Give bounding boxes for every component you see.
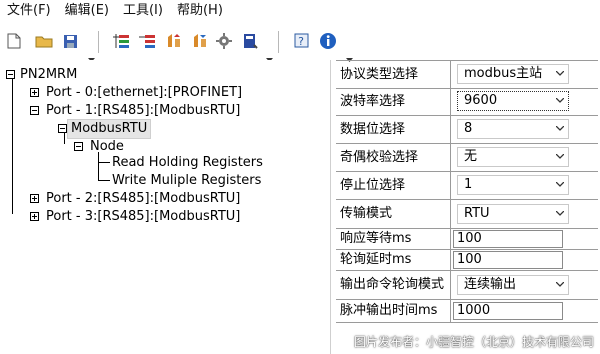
tree-label: Port - 0:[ethernet]:[PROFINET]	[46, 85, 243, 100]
new-file-icon[interactable]	[4, 30, 24, 52]
add-node-icon[interactable]	[112, 30, 132, 52]
tree-line	[98, 162, 110, 163]
pulse-time-input[interactable]: 1000	[453, 302, 563, 320]
prop-value-cell: 100	[450, 250, 599, 270]
prop-label: 波特率选择	[340, 94, 406, 109]
baud-rate-select[interactable]: 9600	[457, 91, 569, 111]
prop-value-cell: 连续输出	[450, 271, 599, 299]
chevron-down-icon	[556, 154, 564, 159]
prop-label: 停止位选择	[340, 178, 406, 193]
upload-icon[interactable]	[164, 30, 184, 52]
response-timeout-input[interactable]: 100	[453, 230, 563, 248]
toolbar: ?	[0, 27, 600, 62]
output-poll-mode-select[interactable]: 连续输出	[457, 275, 569, 295]
tree-line	[64, 132, 65, 144]
prop-value-cell: 1000	[450, 300, 599, 322]
property-grid: 协议类型选择 modbus主站 波特率选择 9600 数据位选择 8 奇偶校验选…	[336, 60, 600, 330]
tree-label: Port - 3:[RS485]:[ModbusRTU]	[46, 209, 241, 224]
chevron-down-icon	[556, 126, 564, 131]
prop-row-protocol: 协议类型选择 modbus主站	[336, 60, 598, 89]
stop-bits-select[interactable]: 1	[457, 175, 569, 195]
select-value: 连续输出	[464, 277, 517, 292]
menu-file[interactable]: 文件(F)	[0, 0, 58, 22]
menu-edit[interactable]: 编辑(E)	[58, 0, 116, 22]
open-folder-icon[interactable]	[34, 30, 54, 52]
prop-row-stopbits: 停止位选择 1	[336, 172, 598, 200]
prop-label: 输出命令轮询模式	[340, 277, 445, 292]
svg-text:?: ?	[298, 35, 304, 48]
prop-row-response: 响应等待ms 100	[336, 229, 598, 250]
prop-label: 轮询延时ms	[340, 252, 412, 267]
tree-line	[98, 180, 110, 181]
tree-label: Read Holding Registers	[112, 155, 263, 170]
chevron-down-icon	[556, 282, 564, 287]
info-icon[interactable]	[318, 30, 338, 52]
prop-label: 传输模式	[340, 206, 393, 221]
prop-row-poll-delay: 轮询延时ms 100	[336, 250, 598, 271]
select-value: 1	[464, 177, 473, 192]
prop-label: 数据位选择	[340, 122, 406, 137]
prop-row-output-poll: 输出命令轮询模式 连续输出	[336, 271, 598, 300]
select-value: modbus主站	[464, 66, 543, 81]
tree-line	[12, 74, 13, 214]
help-context-icon[interactable]: ?	[292, 30, 312, 52]
toolbar-grip-icon[interactable]	[88, 47, 95, 62]
book-icon[interactable]	[240, 30, 260, 52]
prop-value-cell: 9600	[450, 88, 599, 115]
select-value: 8	[464, 121, 473, 136]
prop-row-databits: 数据位选择 8	[336, 116, 598, 144]
data-bits-select[interactable]: 8	[457, 119, 569, 139]
prop-value-cell: 1	[450, 172, 599, 199]
chevron-down-icon	[556, 98, 564, 103]
select-value: RTU	[464, 206, 490, 221]
chevron-down-icon	[556, 71, 564, 76]
toolbar-grip-icon[interactable]	[346, 47, 353, 62]
toolbar-grip-icon[interactable]	[266, 47, 273, 62]
prop-value-cell: RTU	[450, 200, 599, 228]
prop-value-cell: 100	[450, 229, 599, 249]
tree-label-selected: ModbusRTU	[66, 119, 152, 139]
parity-select[interactable]: 无	[457, 147, 569, 167]
transfer-mode-select[interactable]: RTU	[457, 204, 569, 224]
image-credit-watermark: 图片发布者：小疆智控（北京）技术有限公司	[353, 335, 594, 349]
chevron-down-icon	[556, 182, 564, 187]
input-value: 100	[457, 231, 482, 246]
menu-tools[interactable]: 工具(I)	[116, 0, 170, 22]
prop-row-pulse-time: 脉冲输出时间ms 1000	[336, 300, 598, 323]
download-icon[interactable]	[190, 30, 210, 52]
chevron-down-icon	[556, 211, 564, 216]
device-tree: PN2MRM Port - 0:[ethernet]:[PROFINET] Po…	[0, 60, 331, 354]
delete-node-icon[interactable]	[138, 30, 158, 52]
prop-label: 响应等待ms	[340, 231, 412, 246]
settings-gear-icon[interactable]	[214, 30, 234, 52]
prop-row-parity: 奇偶校验选择 无	[336, 144, 598, 172]
prop-label: 脉冲输出时间ms	[340, 303, 438, 318]
save-icon[interactable]	[60, 30, 80, 52]
select-value: 无	[464, 149, 478, 164]
menu-help[interactable]: 帮助(H)	[170, 0, 230, 22]
prop-label: 奇偶校验选择	[340, 150, 419, 165]
protocol-select[interactable]: modbus主站	[457, 64, 569, 84]
prop-row-mode: 传输模式 RTU	[336, 200, 598, 229]
tree-label: PN2MRM	[20, 67, 78, 82]
prop-value-cell: modbus主站	[450, 61, 599, 88]
poll-delay-input[interactable]: 100	[453, 251, 563, 269]
menu-bar: 文件(F) 编辑(E) 工具(I) 帮助(H)	[0, 0, 600, 22]
tree-label: Port - 2:[RS485]:[ModbusRTU]	[46, 191, 241, 206]
prop-row-baud: 波特率选择 9600	[336, 88, 598, 116]
input-value: 100	[457, 252, 482, 267]
prop-value-cell: 8	[450, 116, 599, 143]
tree-line	[98, 152, 99, 181]
tree-label: Write Muliple Registers	[112, 173, 262, 188]
prop-label: 协议类型选择	[340, 67, 419, 82]
prop-value-cell: 无	[450, 144, 599, 171]
toolbar-separator	[98, 31, 99, 53]
select-value: 9600	[464, 93, 498, 108]
toolbar-separator	[278, 31, 279, 53]
tree-label: Port - 1:[RS485]:[ModbusRTU]	[46, 103, 241, 118]
input-value: 1000	[457, 303, 491, 318]
